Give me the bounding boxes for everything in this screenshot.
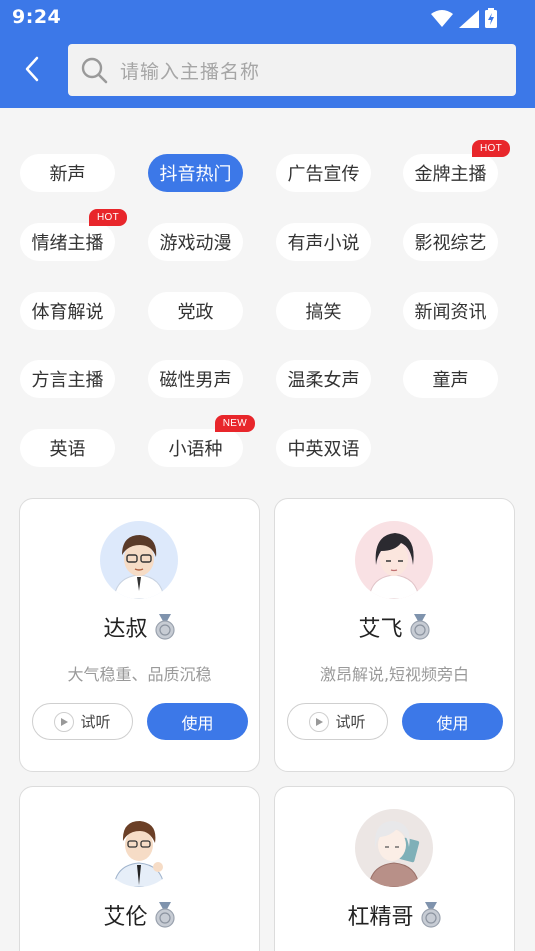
status-bar: 9:24 xyxy=(0,0,535,36)
silver-medal-icon xyxy=(154,614,175,640)
tag-gentle-female[interactable]: 温柔女声 xyxy=(276,360,371,398)
anchor-desc: 激昂解说,短视频旁白 xyxy=(319,665,470,684)
tag-sports-commentary[interactable]: 体育解说 xyxy=(20,292,115,330)
anchor-name: 艾伦 xyxy=(103,905,148,930)
status-time: 9:24 xyxy=(12,6,62,28)
avatar xyxy=(355,521,433,599)
search-placeholder: 请输入主播名称 xyxy=(120,60,261,83)
new-badge: NEW xyxy=(214,415,255,432)
tag-film-variety[interactable]: 影视综艺 xyxy=(403,223,498,261)
tag-label: 抖音热门 xyxy=(159,164,232,185)
tag-label: 游戏动漫 xyxy=(159,233,232,254)
chevron-left-icon xyxy=(25,56,39,82)
tag-magnetic-male[interactable]: 磁性男声 xyxy=(148,360,243,398)
tag-label: 搞笑 xyxy=(305,302,342,323)
tag-label: 影视综艺 xyxy=(414,233,487,254)
top-bar: 请输入主播名称 xyxy=(0,36,535,108)
anchor-card[interactable]: 艾飞 激昂解说,短视频旁白 试听 使用 xyxy=(274,498,515,772)
tag-label: 新声 xyxy=(49,164,86,185)
anchor-card[interactable]: 达叔 大气稳重、品质沉稳 试听 使用 xyxy=(19,498,260,772)
avatar xyxy=(100,809,178,887)
silver-medal-icon xyxy=(409,614,430,640)
avatar xyxy=(100,521,178,599)
tag-label: 党政 xyxy=(177,302,214,323)
wifi-icon xyxy=(431,10,453,27)
play-icon xyxy=(54,711,75,732)
tag-child-voice[interactable]: 童声 xyxy=(403,360,498,398)
listen-button[interactable]: 试听 xyxy=(287,703,388,740)
silver-medal-icon xyxy=(154,902,175,928)
tag-minor-language[interactable]: 小语种 NEW xyxy=(148,415,255,467)
tag-label: 有声小说 xyxy=(287,233,360,254)
anchor-name-row: 艾飞 xyxy=(275,611,514,643)
listen-button[interactable]: 试听 xyxy=(32,703,133,740)
tag-game-anime[interactable]: 游戏动漫 xyxy=(148,223,243,261)
avatar xyxy=(355,809,433,887)
tag-audio-novel[interactable]: 有声小说 xyxy=(276,223,371,261)
tag-label: 温柔女声 xyxy=(287,370,360,391)
search-icon xyxy=(81,57,108,84)
tag-label: 磁性男声 xyxy=(159,370,232,391)
listen-label: 试听 xyxy=(335,713,366,731)
tag-label: 金牌主播 xyxy=(414,164,487,185)
tag-label: 中英双语 xyxy=(287,439,360,460)
tag-english[interactable]: 英语 xyxy=(20,429,115,467)
anchor-card[interactable]: 杠精哥 xyxy=(274,786,515,951)
tag-funny[interactable]: 搞笑 xyxy=(276,292,371,330)
tag-label: 广告宣传 xyxy=(287,164,360,185)
tag-label: 情绪主播 xyxy=(31,233,104,254)
tag-label: 小语种 xyxy=(168,439,223,460)
silver-medal-icon xyxy=(420,902,441,928)
tag-label: 英语 xyxy=(49,439,86,460)
anchor-card[interactable]: 艾伦 xyxy=(19,786,260,951)
search-input[interactable]: 请输入主播名称 xyxy=(68,44,516,96)
tag-dialect-anchor[interactable]: 方言主播 xyxy=(20,360,115,398)
signal-icon xyxy=(459,10,479,28)
tag-bilingual[interactable]: 中英双语 xyxy=(276,429,371,467)
battery-icon xyxy=(485,8,497,28)
anchor-name-row: 艾伦 xyxy=(20,899,259,931)
anchor-name: 达叔 xyxy=(103,617,148,642)
play-icon xyxy=(309,711,330,732)
use-button[interactable]: 使用 xyxy=(402,703,503,740)
hot-badge: HOT xyxy=(88,209,127,226)
anchor-name-row: 达叔 xyxy=(20,611,259,643)
tag-advertising[interactable]: 广告宣传 xyxy=(276,154,371,192)
tag-xinsheng[interactable]: 新声 xyxy=(20,154,115,192)
tag-emotion-anchor[interactable]: 情绪主播 HOT xyxy=(20,209,127,261)
tag-douyin-hot[interactable]: 抖音热门 xyxy=(148,154,243,192)
tag-party-government[interactable]: 党政 xyxy=(148,292,243,330)
anchor-name: 艾飞 xyxy=(358,617,403,642)
tag-label: 童声 xyxy=(432,370,469,391)
use-button[interactable]: 使用 xyxy=(147,703,248,740)
tag-label: 新闻资讯 xyxy=(414,302,487,323)
listen-label: 试听 xyxy=(80,713,111,731)
back-button[interactable] xyxy=(16,52,48,86)
anchor-desc: 大气稳重、品质沉稳 xyxy=(67,665,212,684)
tag-label: 体育解说 xyxy=(31,302,104,323)
tag-label: 方言主播 xyxy=(31,370,104,391)
hot-badge: HOT xyxy=(471,140,510,157)
anchor-name: 杠精哥 xyxy=(347,905,414,930)
tag-news[interactable]: 新闻资讯 xyxy=(403,292,498,330)
status-icons xyxy=(431,8,497,28)
anchor-name-row: 杠精哥 xyxy=(275,899,514,931)
tag-gold-anchor[interactable]: 金牌主播 HOT xyxy=(403,140,510,192)
